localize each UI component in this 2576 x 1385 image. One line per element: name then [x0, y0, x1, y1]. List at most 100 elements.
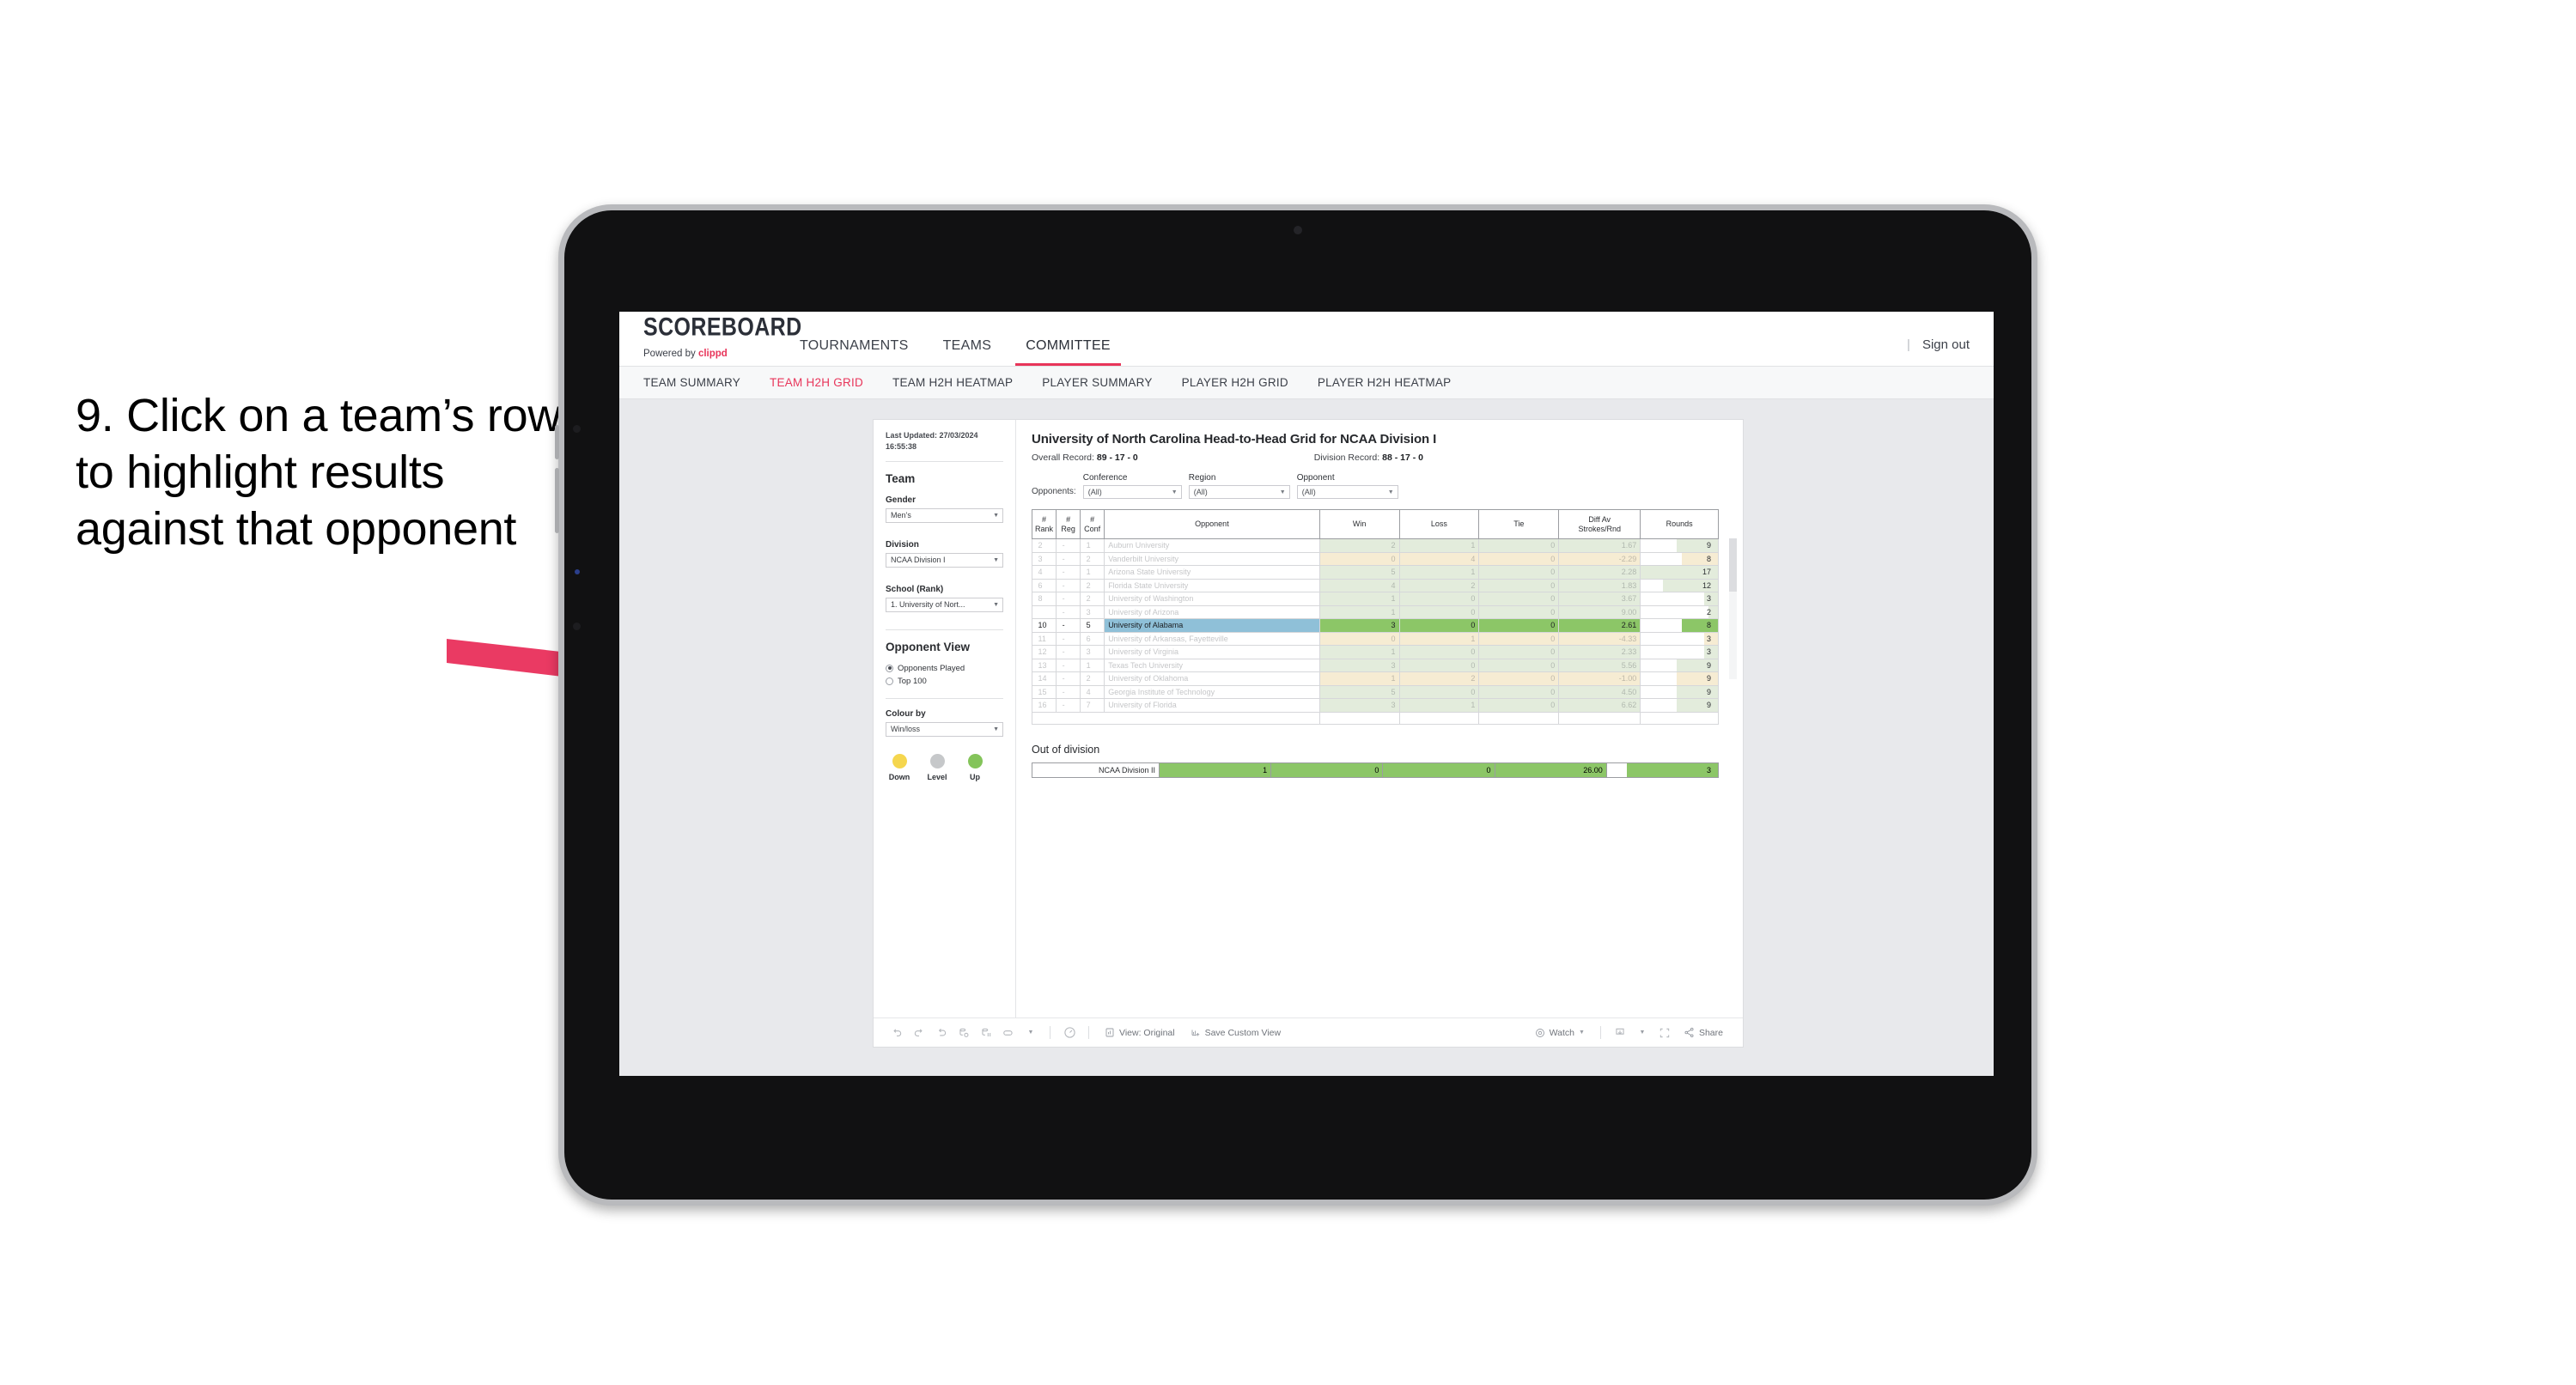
- camera-icon: [1294, 226, 1302, 234]
- chevron-down-icon: ▼: [993, 556, 999, 563]
- chevron-down-icon[interactable]: ▼: [1631, 1022, 1653, 1044]
- volume-button-up[interactable]: [555, 425, 559, 459]
- sign-out-link[interactable]: Sign out: [1922, 337, 1970, 352]
- fullscreen-icon[interactable]: [1653, 1022, 1676, 1044]
- table-row[interactable]: 10 - 5 University of Alabama 3 0 0 2.61 8: [1031, 618, 1719, 633]
- out-of-division-row[interactable]: NCAA Division II 1 0 0 26.00 3: [1032, 762, 1720, 778]
- cell-opponent: Auburn University: [1104, 538, 1320, 553]
- watch-label: Watch: [1549, 1027, 1575, 1038]
- watch-button[interactable]: Watch ▼: [1527, 1028, 1592, 1038]
- tab-player-summary[interactable]: PLAYER SUMMARY: [1042, 376, 1171, 389]
- table-row[interactable]: 12 - 3 University of Virginia 1 0 0 2.33 3: [1031, 645, 1719, 659]
- cell-tie: 0: [1478, 698, 1560, 713]
- cell-loss: 0: [1398, 684, 1480, 699]
- region-select[interactable]: (All) ▼: [1188, 485, 1290, 499]
- school-select[interactable]: 1. University of Nort... ▼: [886, 597, 1003, 612]
- cell-diff-av-strokes: 26.00: [1494, 762, 1607, 778]
- cell-opponent: University of Arkansas, Fayetteville: [1104, 631, 1320, 646]
- opponents-label: Opponents:: [1032, 487, 1076, 496]
- legend-caption-level: Level: [927, 772, 947, 781]
- cell-tie: 0: [1478, 658, 1560, 672]
- share-button[interactable]: Share: [1676, 1027, 1731, 1038]
- table-scrollbar[interactable]: [1729, 538, 1737, 679]
- table-row[interactable]: 16 - 7 University of Florida 3 1 0 6.62 9: [1031, 698, 1719, 713]
- table-row[interactable]: 15 - 4 Georgia Institute of Technology 5 0 0…: [1031, 684, 1719, 699]
- cell-win: 1: [1318, 604, 1400, 619]
- table-row[interactable]: 3 - 2 Vanderbilt University 0 4 0 -2.29 8: [1031, 551, 1719, 566]
- cell-win: 3: [1318, 618, 1400, 633]
- gender-label: Gender: [886, 495, 917, 505]
- table-row[interactable]: 4 - 1 Arizona State University 5 1 0 2.28 17: [1031, 565, 1719, 580]
- screenshot-root: 9. Click on a team’s row to highlight re…: [0, 0, 2576, 1385]
- cell-conf: 2: [1080, 551, 1105, 566]
- tableau-viz-card: Last Updated: 27/03/2024 16:55:38 Team G…: [874, 420, 1743, 1047]
- cell-reg: -: [1056, 604, 1081, 619]
- nav-tournaments[interactable]: TOURNAMENTS: [783, 338, 926, 366]
- scrollbar-thumb[interactable]: [1729, 538, 1737, 592]
- nav-committee[interactable]: COMMITTEE: [1008, 338, 1128, 366]
- division-select[interactable]: NCAA Division I ▼: [886, 552, 1003, 568]
- reset-icon[interactable]: [1058, 1022, 1081, 1044]
- sensor-dot-bottom: [573, 623, 581, 630]
- view-original-button[interactable]: View: Original: [1097, 1027, 1183, 1038]
- table-row[interactable]: 2 - 1 Auburn University 2 1 0 1.67 9: [1031, 538, 1719, 553]
- cell-filler-rounds: [1640, 711, 1719, 725]
- opponent-select[interactable]: (All) ▼: [1296, 485, 1398, 499]
- cell-rounds: 9: [1640, 671, 1719, 686]
- colour-by-select[interactable]: Win/loss ▼: [886, 721, 1003, 737]
- table-row[interactable]: 6 - 2 Florida State University 4 2 0 1.83 12: [1031, 578, 1719, 592]
- refresh-icon[interactable]: [953, 1022, 975, 1044]
- cell-conf: 7: [1080, 698, 1105, 713]
- redo-icon[interactable]: [908, 1022, 930, 1044]
- undo-icon[interactable]: [886, 1022, 908, 1044]
- cell-conf: 2: [1080, 592, 1105, 606]
- chevron-down-icon: ▼: [1579, 1030, 1585, 1036]
- tab-player-h2h-heatmap[interactable]: PLAYER H2H HEATMAP: [1318, 376, 1471, 389]
- page-body: Last Updated: 27/03/2024 16:55:38 Team G…: [619, 399, 1994, 1076]
- download-icon[interactable]: [1609, 1022, 1631, 1044]
- nav-teams[interactable]: TEAMS: [926, 338, 1009, 366]
- table-row[interactable]: - 3 University of Arizona 1 0 0 9.00 2: [1031, 604, 1719, 619]
- table-row[interactable]: 13 - 1 Texas Tech University 3 0 0 5.56 9: [1031, 658, 1719, 672]
- th-opponent: Opponent: [1104, 509, 1320, 539]
- tab-team-h2h-heatmap[interactable]: TEAM H2H HEATMAP: [892, 376, 1032, 389]
- pause-icon[interactable]: [975, 1022, 997, 1044]
- cell-rank: [1031, 604, 1057, 619]
- cell-conf: 6: [1080, 631, 1105, 646]
- tab-player-h2h-grid[interactable]: PLAYER H2H GRID: [1182, 376, 1307, 389]
- table-row[interactable]: 14 - 2 University of Oklahoma 1 2 0 -1.00 9: [1031, 671, 1719, 686]
- brand-logo[interactable]: SCOREBOARD Powered by clippd: [619, 313, 801, 366]
- share-label: Share: [1698, 1027, 1723, 1038]
- app-header: SCOREBOARD Powered by clippd TOURNAMENTS…: [619, 312, 1994, 367]
- cell-win: 0: [1318, 551, 1400, 566]
- cell-diff-av-strokes: 5.56: [1558, 658, 1641, 672]
- volume-button-down[interactable]: [555, 468, 559, 502]
- cell-reg: -: [1056, 551, 1081, 566]
- chevron-down-icon[interactable]: ▼: [1020, 1022, 1042, 1044]
- cell-opponent: University of Florida: [1104, 698, 1320, 713]
- rounds-value: 9: [1706, 701, 1711, 709]
- radio-opponents-played[interactable]: Opponents Played: [886, 664, 1003, 673]
- save-custom-view-button[interactable]: Save Custom View: [1183, 1027, 1289, 1038]
- conference-value: (All): [1087, 488, 1102, 496]
- cell-tie: 0: [1478, 618, 1560, 633]
- alerts-icon[interactable]: [997, 1022, 1020, 1044]
- conference-select[interactable]: (All) ▼: [1082, 485, 1182, 499]
- cell-reg: -: [1056, 658, 1081, 672]
- table-row[interactable]: 11 - 6 University of Arkansas, Fayettevil…: [1031, 631, 1719, 646]
- cell-loss: 0: [1398, 645, 1480, 659]
- cell-rounds: 9: [1640, 698, 1719, 713]
- radio-top-100[interactable]: Top 100: [886, 677, 1003, 686]
- gender-select[interactable]: Men’s ▼: [886, 507, 1003, 523]
- tab-team-h2h-grid[interactable]: TEAM H2H GRID: [770, 376, 882, 389]
- table-row[interactable]: 8 - 2 University of Washington 1 0 0 3.67 3: [1031, 592, 1719, 606]
- revert-icon[interactable]: [930, 1022, 953, 1044]
- division-record-value: 88 - 17 - 0: [1382, 453, 1423, 463]
- opponent-filter-row: Opponents: Conference (All) ▼ Region (Al…: [1032, 473, 1729, 499]
- chevron-down-icon: ▼: [1171, 489, 1178, 495]
- cell-tie: 0: [1478, 538, 1560, 553]
- tab-team-summary[interactable]: TEAM SUMMARY: [643, 376, 759, 389]
- cell-win: 1: [1158, 762, 1272, 778]
- rounds-value: 8: [1706, 621, 1711, 629]
- cell-win: 5: [1318, 565, 1400, 580]
